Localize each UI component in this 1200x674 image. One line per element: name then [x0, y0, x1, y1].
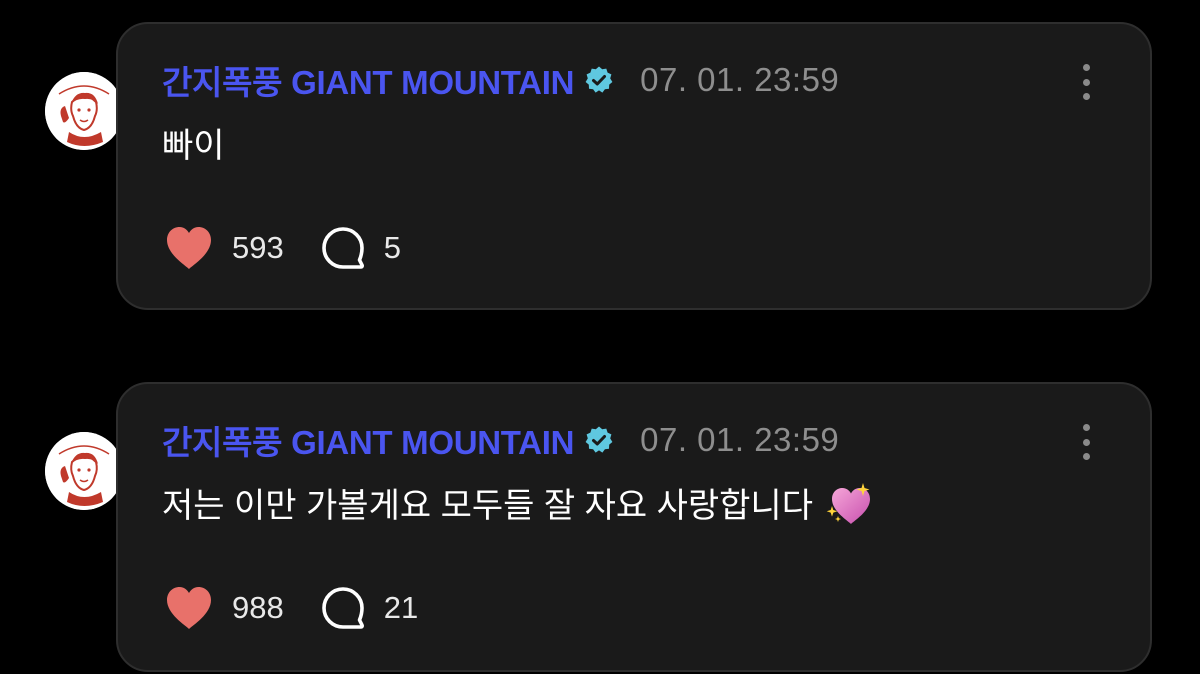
more-vertical-icon — [1082, 424, 1090, 431]
comment-header: 간지폭풍 GIANT MOUNTAIN 07. 01. 23:59 — [162, 60, 840, 101]
comment-bubble-icon — [321, 587, 364, 629]
comment-card[interactable]: 간지폭풍 GIANT MOUNTAIN 07. 01. 23:59 저는 이만 … — [116, 382, 1152, 672]
reply-button[interactable]: 21 — [320, 585, 418, 631]
verified-badge-icon — [585, 66, 613, 93]
more-options-button[interactable] — [1074, 62, 1098, 102]
timestamp: 07. 01. 23:59 — [640, 61, 840, 98]
comment-feed: 간지폭풍 GIANT MOUNTAIN 07. 01. 23:59 빠이 593… — [0, 0, 1200, 674]
like-count: 593 — [232, 230, 284, 265]
comment-card[interactable]: 간지폭풍 GIANT MOUNTAIN 07. 01. 23:59 빠이 593… — [116, 22, 1152, 310]
like-count: 988 — [232, 590, 284, 625]
verified-badge-icon — [585, 426, 613, 453]
comment-text: 빠이 — [162, 124, 225, 168]
comment-text-content: 저는 이만 가볼게요 모두들 잘 자요 사랑합니다 — [162, 487, 813, 525]
comment-count: 5 — [383, 230, 401, 265]
sparkling-heart-icon — [826, 483, 870, 525]
avatar[interactable] — [45, 72, 123, 150]
like-button[interactable]: 593 — [164, 225, 284, 271]
author-name[interactable]: 간지폭풍 GIANT MOUNTAIN — [162, 56, 574, 104]
comment-actions: 988 21 — [164, 584, 418, 632]
comment-actions: 593 5 — [164, 224, 401, 272]
heart-icon — [167, 227, 211, 269]
author-name[interactable]: 간지폭풍 GIANT MOUNTAIN — [162, 416, 574, 464]
timestamp: 07. 01. 23:59 — [640, 421, 840, 458]
comment-bubble-icon — [321, 227, 364, 269]
more-vertical-icon — [1082, 64, 1090, 71]
comment-count: 21 — [383, 590, 419, 625]
heart-icon — [167, 587, 211, 629]
comment-text: 저는 이만 가볼게요 모두들 잘 자요 사랑합니다 — [162, 483, 873, 528]
like-button[interactable]: 988 — [164, 585, 284, 631]
comment-text-content: 빠이 — [162, 127, 225, 165]
reply-button[interactable]: 5 — [320, 225, 401, 271]
comment-header: 간지폭풍 GIANT MOUNTAIN 07. 01. 23:59 — [162, 420, 840, 461]
avatar-illustration — [45, 432, 123, 510]
avatar-illustration — [45, 72, 123, 150]
avatar[interactable] — [45, 432, 123, 510]
more-options-button[interactable] — [1074, 422, 1098, 462]
